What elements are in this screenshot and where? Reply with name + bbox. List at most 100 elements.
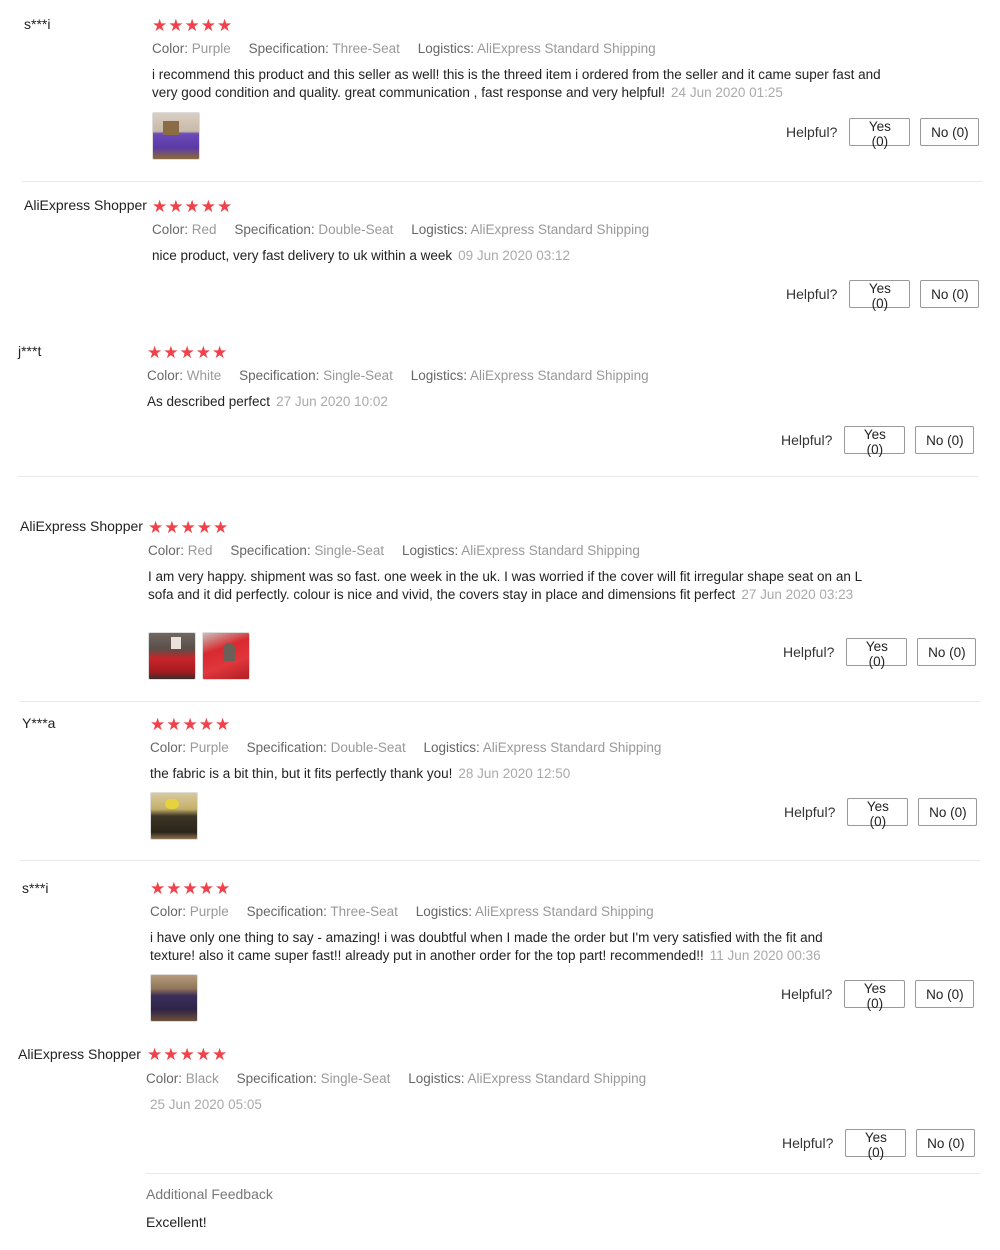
helpful-yes-button[interactable]: Yes (0) [847, 798, 909, 829]
color-label: Color: [147, 368, 184, 383]
purple-couch-photo[interactable] [150, 974, 198, 1022]
review-body: the fabric is a bit thin, but it fits pe… [150, 766, 453, 781]
reviewer-name: AliExpress Shopper [18, 1046, 141, 1062]
review-date: 24 Jun 2020 01:25 [671, 85, 783, 100]
color-label: Color: [152, 222, 189, 237]
specification-label: Specification: [239, 368, 320, 383]
color-label: Color: [150, 740, 187, 755]
logistics-label: Logistics: [411, 222, 468, 237]
color-value: White [186, 368, 222, 383]
color-value: Purple [189, 904, 229, 919]
color-value: Black [185, 1071, 219, 1086]
helpful-label: Helpful? [782, 1135, 834, 1151]
logistics-value: AliExpress Standard Shipping [482, 740, 662, 755]
specification-value: Single-Seat [323, 368, 393, 383]
specification-value: Single-Seat [320, 1071, 391, 1086]
review-date: 11 Jun 2020 00:36 [709, 948, 821, 963]
color-label: Color: [150, 904, 187, 919]
divider [20, 701, 980, 702]
helpful-label: Helpful? [783, 644, 835, 660]
logistics-value: AliExpress Standard Shipping [461, 543, 640, 558]
helpful-label: Helpful? [784, 804, 836, 820]
specification-label: Specification: [230, 543, 311, 558]
review-text: i recommend this product and this seller… [152, 66, 892, 102]
helpful-no-button[interactable]: No (0) [915, 980, 975, 1008]
additional-feedback-text: Excellent! [146, 1214, 207, 1230]
helpful-label: Helpful? [781, 432, 833, 448]
review-date: 28 Jun 2020 12:50 [458, 766, 571, 781]
color-value: Purple [191, 41, 231, 56]
specification-label: Specification: [248, 41, 329, 56]
logistics-value: AliExpress Standard Shipping [469, 368, 649, 383]
review-text: 25 Jun 2020 05:05 [150, 1096, 890, 1114]
specification-label: Specification: [234, 222, 315, 237]
review-meta: Color: Black Specification: Single-Seat … [146, 1071, 660, 1086]
helpful-yes-button[interactable]: Yes (0) [849, 280, 911, 311]
star-rating: ★★★★★ [152, 197, 234, 216]
review-photos [148, 632, 250, 680]
divider [20, 860, 980, 861]
star-rating: ★★★★★ [150, 715, 232, 734]
review-text: As described perfect 27 Jun 2020 10:02 [147, 393, 887, 411]
helpful-label: Helpful? [781, 986, 833, 1002]
helpful-label: Helpful? [786, 124, 838, 140]
helpful-no-button[interactable]: No (0) [918, 798, 978, 826]
review-meta: Color: Purple Specification: Three-Seat … [150, 904, 668, 919]
star-rating: ★★★★★ [147, 1045, 229, 1064]
star-rating: ★★★★★ [150, 879, 232, 898]
logistics-value: AliExpress Standard Shipping [467, 1071, 647, 1086]
logistics-value: AliExpress Standard Shipping [477, 41, 656, 56]
helpful-group: Helpful? Yes (0) No (0) [782, 1129, 976, 1160]
review-text: i have only one thing to say - amazing! … [150, 929, 870, 965]
helpful-group: Helpful? Yes (0) No (0) [786, 118, 980, 149]
star-rating: ★★★★★ [148, 518, 230, 537]
helpful-yes-button[interactable]: Yes (0) [849, 118, 911, 149]
color-label: Color: [146, 1071, 183, 1086]
red-sofa-photo-1[interactable] [148, 632, 196, 680]
review-photos [152, 112, 200, 160]
star-rating: ★★★★★ [152, 16, 234, 35]
helpful-group: Helpful? Yes (0) No (0) [786, 280, 980, 311]
helpful-no-button[interactable]: No (0) [917, 638, 977, 666]
helpful-yes-button[interactable]: Yes (0) [844, 426, 906, 457]
helpful-no-button[interactable]: No (0) [916, 1129, 976, 1157]
logistics-label: Logistics: [408, 1071, 465, 1086]
reviewer-name: AliExpress Shopper [24, 197, 147, 213]
red-sofa-photo-2[interactable] [202, 632, 250, 680]
specification-label: Specification: [236, 1071, 317, 1086]
reviewer-name: Y***a [22, 715, 56, 731]
review-body: As described perfect [147, 394, 271, 409]
helpful-no-button[interactable]: No (0) [915, 426, 975, 454]
review-meta: Color: Purple Specification: Three-Seat … [152, 41, 670, 56]
helpful-yes-button[interactable]: Yes (0) [845, 1129, 907, 1160]
specification-value: Three-Seat [330, 904, 398, 919]
review-photos [150, 792, 198, 840]
specification-label: Specification: [246, 904, 327, 919]
reviewer-name: j***t [18, 343, 42, 359]
review-text: nice product, very fast delivery to uk w… [152, 247, 892, 265]
review-photos [150, 974, 198, 1022]
dark-sofa-photo[interactable] [150, 792, 198, 840]
review-meta: Color: Red Specification: Single-Seat Lo… [148, 543, 654, 558]
reviewer-name: s***i [22, 880, 49, 896]
purple-sofa-photo[interactable] [152, 112, 200, 160]
review-text: the fabric is a bit thin, but it fits pe… [150, 765, 890, 783]
helpful-no-button[interactable]: No (0) [920, 280, 980, 308]
logistics-label: Logistics: [401, 543, 459, 558]
divider [146, 1173, 980, 1174]
helpful-no-button[interactable]: No (0) [920, 118, 980, 146]
color-value: Red [191, 222, 217, 237]
star-rating: ★★★★★ [147, 343, 229, 362]
additional-feedback-title: Additional Feedback [146, 1186, 273, 1202]
helpful-group: Helpful? Yes (0) No (0) [781, 426, 975, 457]
review-text: I am very happy. shipment was so fast. o… [148, 568, 883, 604]
helpful-yes-button[interactable]: Yes (0) [844, 980, 906, 1011]
logistics-label: Logistics: [417, 41, 474, 56]
color-label: Color: [152, 41, 189, 56]
helpful-yes-button[interactable]: Yes (0) [846, 638, 908, 669]
review-date: 09 Jun 2020 03:12 [458, 248, 570, 263]
helpful-group: Helpful? Yes (0) No (0) [784, 798, 978, 829]
specification-label: Specification: [246, 740, 327, 755]
color-value: Purple [189, 740, 229, 755]
review-date: 27 Jun 2020 10:02 [276, 394, 388, 409]
